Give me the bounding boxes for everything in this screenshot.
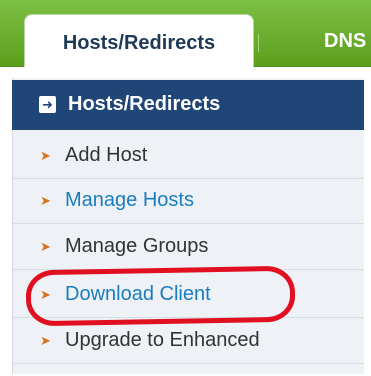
menu-item-label: Manage Hosts	[65, 189, 194, 211]
panel-title: Hosts/Redirects	[68, 93, 221, 115]
menu-item-add-host[interactable]: ➤ Add Host	[12, 135, 364, 179]
tab-dns[interactable]: DNS	[324, 30, 366, 53]
menu-item-upgrade-enhanced[interactable]: ➤ Upgrade to Enhanced	[12, 320, 364, 364]
tab-hosts-redirects-label: Hosts/Redirects	[62, 32, 216, 54]
tab-hosts-redirects[interactable]: Hosts/Redirects	[24, 14, 254, 67]
bullet-arrow-icon: ➤	[40, 193, 51, 208]
bullet-arrow-icon: ➤	[40, 239, 51, 254]
menu-item-label: Add Host	[65, 144, 148, 166]
menu-item-label: Upgrade to Enhanced	[65, 329, 260, 351]
tab-separator	[258, 34, 259, 52]
menu-item-manage-groups[interactable]: ➤ Manage Groups	[12, 226, 364, 270]
menu-item-manage-hosts[interactable]: ➤ Manage Hosts	[12, 180, 364, 224]
tab-dns-label: DNS	[324, 30, 367, 52]
panel-edge	[364, 78, 371, 376]
highlight-annotation	[25, 265, 296, 327]
arrow-box-icon: ➜	[39, 96, 56, 113]
bullet-arrow-icon: ➤	[40, 333, 51, 348]
menu-item-label: Manage Groups	[65, 235, 209, 257]
bullet-arrow-icon: ➤	[40, 148, 51, 163]
